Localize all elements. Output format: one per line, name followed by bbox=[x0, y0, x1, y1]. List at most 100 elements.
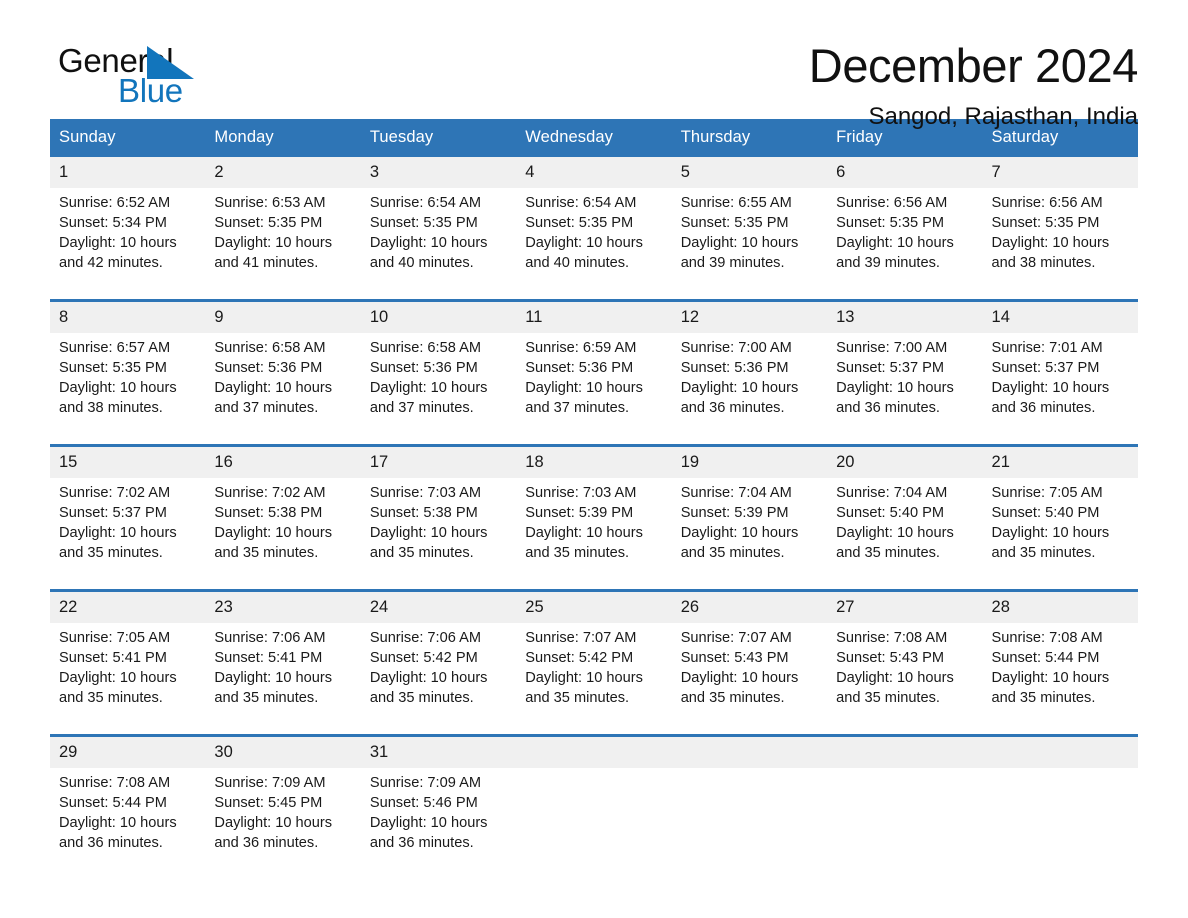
day-cell[interactable]: 5 Sunrise: 6:55 AM Sunset: 5:35 PM Dayli… bbox=[671, 157, 828, 282]
daylight-text-line2: and 36 minutes. bbox=[369, 835, 474, 851]
day-cell[interactable]: 16 Sunrise: 7:02 AM Sunset: 5:38 PM Dayl… bbox=[205, 447, 361, 572]
day-details: Sunrise: 7:05 AM Sunset: 5:40 PM Dayligh… bbox=[983, 478, 1138, 572]
sunset-text: Sunset: 5:40 PM bbox=[991, 505, 1100, 521]
sunrise-text: Sunrise: 7:01 AM bbox=[991, 340, 1103, 356]
page-header: General Blue December 2024 Sangod, Rajas… bbox=[50, 0, 1139, 130]
sunset-text: Sunset: 5:35 PM bbox=[991, 215, 1100, 231]
day-cell[interactable]: 15 Sunrise: 7:02 AM Sunset: 5:37 PM Dayl… bbox=[50, 447, 206, 572]
sunrise-text: Sunrise: 7:05 AM bbox=[991, 485, 1103, 501]
day-cell[interactable]: 13 Sunrise: 7:00 AM Sunset: 5:37 PM Dayl… bbox=[827, 302, 983, 427]
page-title: December 2024 bbox=[808, 39, 1139, 92]
sunset-text: Sunset: 5:37 PM bbox=[59, 505, 167, 521]
day-cell[interactable]: 19 Sunrise: 7:04 AM Sunset: 5:39 PM Dayl… bbox=[671, 447, 828, 572]
day-number: 9 bbox=[205, 302, 361, 333]
day-cell[interactable]: 25 Sunrise: 7:07 AM Sunset: 5:42 PM Dayl… bbox=[516, 592, 672, 717]
daylight-text-line1: Daylight: 10 hours bbox=[369, 670, 488, 686]
daylight-text-line1: Daylight: 10 hours bbox=[525, 380, 643, 396]
day-cell[interactable]: 21 Sunrise: 7:05 AM Sunset: 5:40 PM Dayl… bbox=[982, 447, 1138, 572]
sunrise-text: Sunrise: 6:56 AM bbox=[991, 195, 1103, 211]
day-number: 22 bbox=[50, 592, 206, 623]
day-cell[interactable]: 1 Sunrise: 6:52 AM Sunset: 5:34 PM Dayli… bbox=[50, 157, 206, 282]
day-cell[interactable]: 22 Sunrise: 7:05 AM Sunset: 5:41 PM Dayl… bbox=[50, 592, 206, 717]
weekday-header-tuesday: Tuesday bbox=[360, 119, 517, 157]
daylight-text-line2: and 35 minutes. bbox=[991, 545, 1096, 561]
day-cell[interactable]: 12 Sunrise: 7:00 AM Sunset: 5:36 PM Dayl… bbox=[671, 302, 828, 427]
day-cell[interactable]: 3 Sunrise: 6:54 AM Sunset: 5:35 PM Dayli… bbox=[360, 157, 517, 282]
daylight-text-line1: Daylight: 10 hours bbox=[369, 815, 488, 831]
day-number: 11 bbox=[516, 302, 672, 333]
day-details: Sunrise: 7:07 AM Sunset: 5:43 PM Dayligh… bbox=[672, 623, 827, 717]
day-details: Sunrise: 7:04 AM Sunset: 5:40 PM Dayligh… bbox=[827, 478, 982, 572]
day-cell[interactable]: 7 Sunrise: 6:56 AM Sunset: 5:35 PM Dayli… bbox=[982, 157, 1138, 282]
day-cell[interactable]: 11 Sunrise: 6:59 AM Sunset: 5:36 PM Dayl… bbox=[516, 302, 672, 427]
day-cell[interactable]: 9 Sunrise: 6:58 AM Sunset: 5:36 PM Dayli… bbox=[205, 302, 361, 427]
day-details: Sunrise: 7:08 AM Sunset: 5:44 PM Dayligh… bbox=[983, 623, 1138, 717]
weekday-header-wednesday: Wednesday bbox=[516, 119, 672, 157]
logo-text-blue: Blue bbox=[118, 72, 183, 109]
day-number: 15 bbox=[50, 447, 206, 478]
sunset-text: Sunset: 5:35 PM bbox=[525, 215, 634, 231]
daylight-text-line2: and 40 minutes. bbox=[369, 255, 474, 271]
sunset-text: Sunset: 5:43 PM bbox=[836, 650, 945, 666]
calendar-page: General Blue December 2024 Sangod, Rajas… bbox=[0, 0, 1188, 918]
day-cell[interactable]: 27 Sunrise: 7:08 AM Sunset: 5:43 PM Dayl… bbox=[827, 592, 983, 717]
week-gap bbox=[50, 427, 1138, 444]
day-details: Sunrise: 7:06 AM Sunset: 5:42 PM Dayligh… bbox=[361, 623, 516, 717]
daylight-text-line2: and 39 minutes. bbox=[836, 255, 940, 271]
day-details: Sunrise: 7:02 AM Sunset: 5:37 PM Dayligh… bbox=[50, 478, 205, 572]
day-cell[interactable]: 20 Sunrise: 7:04 AM Sunset: 5:40 PM Dayl… bbox=[827, 447, 983, 572]
day-cell[interactable]: 31 Sunrise: 7:09 AM Sunset: 5:46 PM Dayl… bbox=[360, 737, 517, 862]
sunrise-text: Sunrise: 7:08 AM bbox=[836, 630, 948, 646]
day-number: 6 bbox=[827, 157, 983, 188]
daylight-text-line2: and 39 minutes. bbox=[680, 255, 785, 271]
day-cell[interactable]: 10 Sunrise: 6:58 AM Sunset: 5:36 PM Dayl… bbox=[360, 302, 517, 427]
sunset-text: Sunset: 5:37 PM bbox=[991, 360, 1100, 376]
day-number: 16 bbox=[205, 447, 361, 478]
sunset-text: Sunset: 5:35 PM bbox=[369, 215, 478, 231]
sunset-text: Sunset: 5:41 PM bbox=[59, 650, 167, 666]
daylight-text-line1: Daylight: 10 hours bbox=[991, 525, 1110, 541]
sunset-text: Sunset: 5:44 PM bbox=[59, 795, 167, 811]
day-cell[interactable]: 26 Sunrise: 7:07 AM Sunset: 5:43 PM Dayl… bbox=[671, 592, 828, 717]
sunrise-text: Sunrise: 7:09 AM bbox=[369, 775, 481, 791]
day-cell[interactable]: 24 Sunrise: 7:06 AM Sunset: 5:42 PM Dayl… bbox=[360, 592, 517, 717]
sunset-text: Sunset: 5:40 PM bbox=[836, 505, 945, 521]
day-cell[interactable]: 30 Sunrise: 7:09 AM Sunset: 5:45 PM Dayl… bbox=[205, 737, 361, 862]
day-cell[interactable]: 17 Sunrise: 7:03 AM Sunset: 5:38 PM Dayl… bbox=[360, 447, 517, 572]
day-number: 13 bbox=[827, 302, 983, 333]
day-cell[interactable]: 2 Sunrise: 6:53 AM Sunset: 5:35 PM Dayli… bbox=[205, 157, 361, 282]
sunrise-text: Sunrise: 7:09 AM bbox=[214, 775, 326, 791]
daylight-text-line2: and 42 minutes. bbox=[59, 255, 163, 271]
day-cell[interactable]: 14 Sunrise: 7:01 AM Sunset: 5:37 PM Dayl… bbox=[982, 302, 1138, 427]
sunrise-text: Sunrise: 6:53 AM bbox=[214, 195, 326, 211]
week-gap bbox=[50, 282, 1138, 299]
sunrise-text: Sunrise: 6:58 AM bbox=[369, 340, 481, 356]
sunrise-text: Sunrise: 6:59 AM bbox=[525, 340, 637, 356]
day-cell[interactable]: 28 Sunrise: 7:08 AM Sunset: 5:44 PM Dayl… bbox=[982, 592, 1138, 717]
day-details: Sunrise: 7:01 AM Sunset: 5:37 PM Dayligh… bbox=[983, 333, 1138, 427]
day-cell[interactable]: 4 Sunrise: 6:54 AM Sunset: 5:35 PM Dayli… bbox=[516, 157, 672, 282]
day-number: 17 bbox=[360, 447, 517, 478]
sunset-text: Sunset: 5:37 PM bbox=[836, 360, 945, 376]
sunrise-text: Sunrise: 7:07 AM bbox=[525, 630, 637, 646]
day-number: 29 bbox=[50, 737, 206, 768]
daylight-text-line2: and 36 minutes. bbox=[836, 400, 940, 416]
daylight-text-line2: and 35 minutes. bbox=[525, 545, 630, 561]
daylight-text-line1: Daylight: 10 hours bbox=[525, 670, 643, 686]
day-number bbox=[671, 737, 828, 768]
day-number: 2 bbox=[205, 157, 361, 188]
daylight-text-line2: and 38 minutes. bbox=[59, 400, 163, 416]
day-number bbox=[516, 737, 672, 768]
week-gap-cell bbox=[50, 427, 1138, 444]
general-blue-logo: General Blue bbox=[50, 38, 218, 110]
day-cell[interactable]: 23 Sunrise: 7:06 AM Sunset: 5:41 PM Dayl… bbox=[205, 592, 361, 717]
day-details: Sunrise: 7:00 AM Sunset: 5:36 PM Dayligh… bbox=[672, 333, 827, 427]
day-details: Sunrise: 7:06 AM Sunset: 5:41 PM Dayligh… bbox=[205, 623, 360, 717]
calendar-week-row: 29 Sunrise: 7:08 AM Sunset: 5:44 PM Dayl… bbox=[50, 737, 1138, 862]
sunset-text: Sunset: 5:39 PM bbox=[680, 505, 789, 521]
day-cell[interactable]: 18 Sunrise: 7:03 AM Sunset: 5:39 PM Dayl… bbox=[516, 447, 672, 572]
day-cell[interactable]: 8 Sunrise: 6:57 AM Sunset: 5:35 PM Dayli… bbox=[50, 302, 206, 427]
day-cell[interactable]: 29 Sunrise: 7:08 AM Sunset: 5:44 PM Dayl… bbox=[50, 737, 206, 862]
daylight-text-line2: and 35 minutes. bbox=[836, 690, 940, 706]
day-cell[interactable]: 6 Sunrise: 6:56 AM Sunset: 5:35 PM Dayli… bbox=[827, 157, 983, 282]
